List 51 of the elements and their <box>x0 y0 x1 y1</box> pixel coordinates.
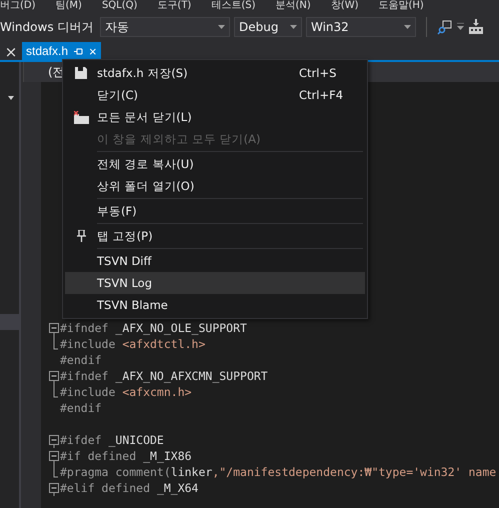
menu-item[interactable]: 버그(D) <box>0 0 36 12</box>
code-line: #include <afxdtctl.h> <box>60 336 206 352</box>
menu-item[interactable]: 닫기(C) Ctrl+F4 <box>65 84 365 106</box>
code-line: #pragma comment(linker,"/manifestdependency:₩"type='win32' name <box>60 464 496 480</box>
collapse-icon[interactable] <box>49 432 60 448</box>
menu-item[interactable]: TSVN Log <box>65 272 365 294</box>
code-line: #elif defined _M_X64 <box>60 480 198 496</box>
menu-item[interactable]: 팀(M) <box>56 0 82 12</box>
menu-item[interactable]: 도움말(H) <box>378 0 424 12</box>
caret-icon <box>290 25 297 29</box>
code-line: #if defined _M_IX86 <box>60 448 192 464</box>
pin-icon[interactable] <box>74 46 84 56</box>
code-line: #endif <box>60 400 102 416</box>
menu-item[interactable]: 도구(T) <box>157 0 192 12</box>
close-documents-icon <box>74 110 88 124</box>
close-icon[interactable]: × <box>89 44 97 58</box>
code-line: #endif <box>60 352 102 368</box>
caret-icon[interactable] <box>8 96 14 100</box>
menu-item[interactable]: SQL(Q) <box>102 0 138 12</box>
menu-item[interactable]: 상위 폴더 열기(O) <box>65 175 365 197</box>
menu-item[interactable]: 테스트(S) <box>211 0 256 12</box>
menu-item[interactable]: 부동(F) <box>65 200 365 222</box>
menu-item[interactable]: 분석(N) <box>276 0 311 12</box>
document-tab[interactable]: stdafx.h × <box>22 42 101 60</box>
menu-item[interactable]: 탭 고정(P) <box>65 225 365 247</box>
debugger-dropdown[interactable]: Windows 디버거 <box>0 18 96 36</box>
menu-item[interactable]: 전체 경로 복사(U) <box>65 153 365 175</box>
code-line: #ifdef _UNICODE <box>60 432 164 448</box>
collapse-icon[interactable] <box>49 320 60 336</box>
collapse-icon[interactable] <box>49 368 60 384</box>
menu-item[interactable]: stdafx.h 저장(S) Ctrl+S <box>65 62 365 84</box>
menu-item[interactable]: 창(W) <box>330 0 358 12</box>
combo-box[interactable]: Debug <box>234 17 302 37</box>
deploy-icon[interactable] <box>468 19 484 35</box>
collapse-icon[interactable] <box>49 480 60 496</box>
dropdown-icon[interactable] <box>457 23 464 31</box>
code-line: #include <afxcmn.h> <box>60 384 192 400</box>
menu-item[interactable]: TSVN Blame <box>65 294 365 316</box>
collapse-icon[interactable] <box>49 448 60 464</box>
pin-icon <box>76 230 86 242</box>
combo-box[interactable]: 자동 <box>100 17 230 37</box>
menu-item[interactable]: 모든 문서 닫기(L) <box>65 106 365 128</box>
combo-box[interactable]: Win32 <box>306 17 416 37</box>
caret-icon <box>218 25 225 29</box>
menu-item[interactable]: TSVN Diff <box>65 250 365 272</box>
close-icon[interactable]: × <box>0 42 22 60</box>
find-icon[interactable] <box>437 19 453 35</box>
code-line: #ifndef _AFX_NO_OLE_SUPPORT <box>60 320 247 336</box>
save-icon <box>75 67 87 79</box>
code-line: #ifndef _AFX_NO_AFXCMN_SUPPORT <box>60 368 268 384</box>
caret-icon <box>404 25 411 29</box>
